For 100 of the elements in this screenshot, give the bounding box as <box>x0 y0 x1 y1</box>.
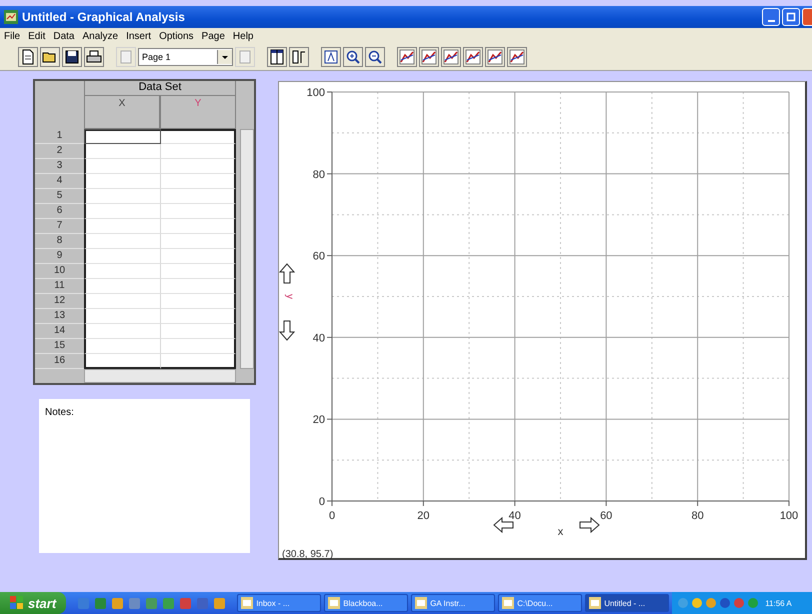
row-number[interactable]: 6 <box>35 204 84 219</box>
table-cell[interactable] <box>160 234 236 249</box>
table-cell[interactable] <box>160 219 236 234</box>
horizontal-scrollbar[interactable] <box>84 369 236 383</box>
menu-item[interactable]: Data <box>53 30 74 42</box>
graph-icon <box>399 49 415 65</box>
toolbar-button[interactable] <box>507 47 527 67</box>
toolbar-button[interactable] <box>84 47 104 67</box>
x-axis-label[interactable]: x <box>558 526 564 538</box>
table-cell[interactable] <box>160 129 236 144</box>
row-number[interactable]: 10 <box>35 264 84 279</box>
window-icon <box>415 597 428 609</box>
maximize-button[interactable] <box>782 8 800 26</box>
row-number[interactable]: 12 <box>35 294 84 309</box>
page-dropdown[interactable]: Page 1 <box>138 48 233 66</box>
row-number[interactable]: 11 <box>35 279 84 294</box>
tick-label: 80 <box>691 510 704 522</box>
taskbar-button[interactable]: C:\Docu... <box>498 594 582 612</box>
window-icon <box>502 597 514 609</box>
toolbar-button[interactable] <box>365 47 385 67</box>
menu-item[interactable]: Edit <box>28 30 46 42</box>
table-cell[interactable] <box>160 339 236 354</box>
menu-item[interactable]: Help <box>232 30 254 42</box>
tick-label: 20 <box>312 414 325 426</box>
window-title: Untitled - Graphical Analysis <box>22 10 186 24</box>
caret-icon <box>217 50 232 64</box>
table-cell[interactable] <box>160 174 236 189</box>
tick-label: 60 <box>600 510 612 522</box>
window-icon <box>328 597 340 609</box>
tick-label: 0 <box>328 510 336 522</box>
row-number[interactable]: 7 <box>35 219 84 234</box>
table-cell[interactable] <box>160 159 236 174</box>
row-number[interactable]: 13 <box>35 309 84 324</box>
notes-panel[interactable]: Notes: <box>39 399 250 553</box>
toolbar-button[interactable] <box>321 47 341 67</box>
cursor-coordinates: (30.8, 95.7) <box>281 548 334 562</box>
window-icon <box>589 597 602 609</box>
row-number[interactable]: 14 <box>35 324 84 339</box>
toolbar-button[interactable] <box>343 47 363 67</box>
toolbar-button[interactable] <box>463 47 483 67</box>
row-number[interactable]: 9 <box>35 249 84 264</box>
taskbar-button[interactable]: Blackboa... <box>324 594 408 612</box>
menu-item[interactable]: Options <box>159 30 194 42</box>
toolbar-button[interactable] <box>419 47 439 67</box>
toolbar-button[interactable] <box>40 47 60 67</box>
toolbar-button[interactable] <box>18 47 38 67</box>
tick-label: 0 <box>318 496 325 508</box>
magnifier-icon <box>367 49 383 65</box>
row-number[interactable]: 8 <box>35 234 84 249</box>
table-icon <box>269 49 285 65</box>
table-cell[interactable] <box>160 324 236 339</box>
tick-label: 80 <box>312 168 325 181</box>
row-number[interactable]: 4 <box>35 174 84 189</box>
toolbar-button[interactable] <box>397 47 417 67</box>
table-cell[interactable] <box>160 144 236 159</box>
taskbar-button[interactable]: Inbox - ... <box>237 594 322 612</box>
data-set-title: Data Set <box>84 81 236 96</box>
row-number[interactable]: 16 <box>35 354 84 369</box>
notes-label: Notes: <box>45 407 74 418</box>
toolbar-button[interactable] <box>289 47 309 67</box>
table-cell[interactable] <box>160 189 236 204</box>
table-cell[interactable] <box>160 279 236 294</box>
minimize-icon <box>768 20 774 22</box>
table-cell[interactable] <box>160 354 236 369</box>
window-icon <box>241 597 254 609</box>
tick-label: 60 <box>312 250 325 263</box>
start-button[interactable]: start <box>0 592 66 614</box>
toolbar-button[interactable] <box>62 47 82 67</box>
table-cell[interactable] <box>160 264 236 279</box>
table-cell[interactable] <box>84 129 160 144</box>
page-icon <box>118 49 134 65</box>
table-cell[interactable] <box>160 249 236 264</box>
row-number[interactable]: 2 <box>35 144 84 159</box>
menu-item[interactable]: File <box>4 30 20 42</box>
vertical-scrollbar[interactable] <box>240 129 254 369</box>
toolbar-button[interactable] <box>441 47 461 67</box>
menu-item[interactable]: Analyze <box>82 30 118 42</box>
down-arrow-icon[interactable] <box>279 320 296 341</box>
taskbar-button[interactable]: Untitled - ... <box>585 594 670 612</box>
table-cell[interactable] <box>160 294 236 309</box>
taskbar-button[interactable]: GA Instr... <box>411 594 496 612</box>
toolbar-button[interactable] <box>485 47 505 67</box>
menu-item[interactable]: Page <box>202 30 225 42</box>
windows-flag-icon <box>10 596 24 610</box>
row-number[interactable]: 15 <box>35 339 84 354</box>
y-axis-label[interactable]: y <box>284 294 295 299</box>
graph-icon <box>509 49 525 65</box>
minimize-button[interactable] <box>762 8 780 26</box>
row-number[interactable]: 3 <box>35 159 84 174</box>
row-number[interactable]: 1 <box>35 129 84 144</box>
menu-item[interactable]: Insert <box>126 30 152 42</box>
table-cell[interactable] <box>160 309 236 324</box>
tick-label: 100 <box>306 87 325 99</box>
graph-icon <box>421 49 437 65</box>
right-arrow-icon[interactable] <box>580 516 600 534</box>
table-cell[interactable] <box>160 204 236 219</box>
row-number[interactable]: 5 <box>35 189 84 204</box>
toolbar-button[interactable] <box>267 47 287 67</box>
tick-label: 100 <box>780 510 798 522</box>
up-arrow-icon[interactable] <box>279 263 296 284</box>
